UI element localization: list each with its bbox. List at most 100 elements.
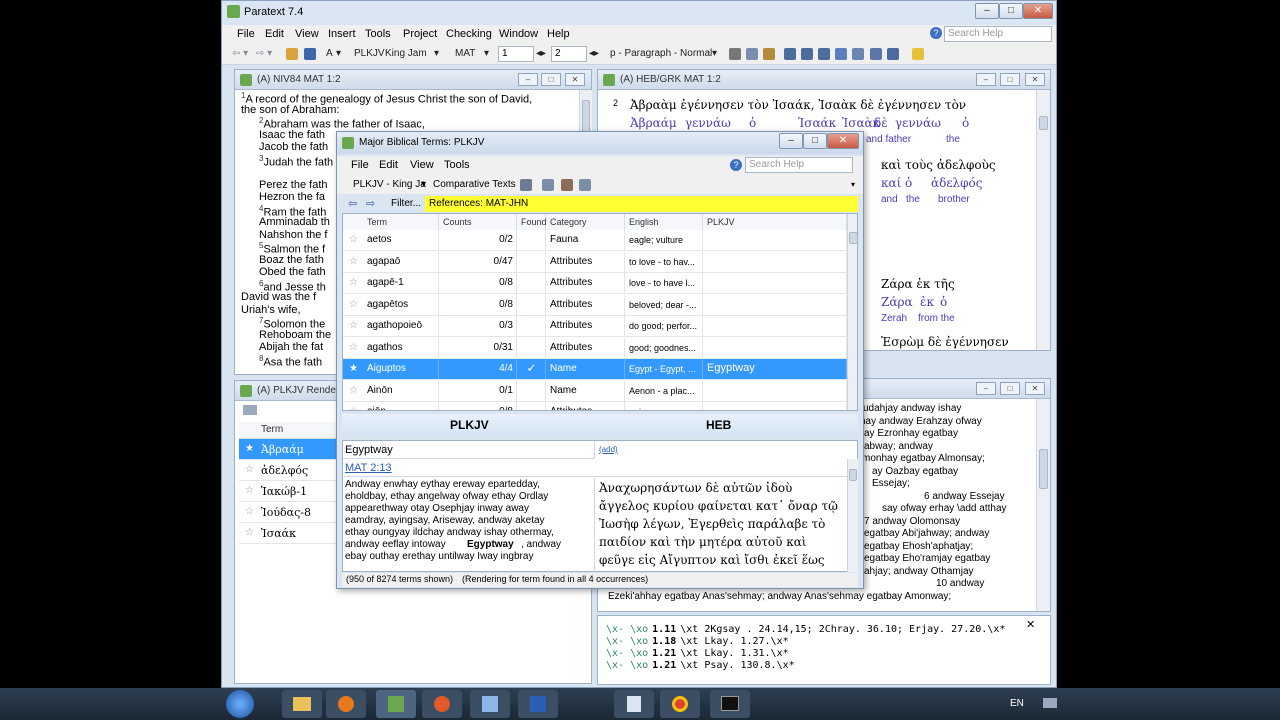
word-taskbar-icon[interactable] (518, 690, 558, 718)
explorer-taskbar-icon[interactable] (282, 690, 322, 718)
notepad-taskbar-icon[interactable] (614, 690, 654, 718)
dialog-menu-edit[interactable]: Edit (379, 159, 398, 171)
pane-maximize-button[interactable]: □ (1000, 382, 1020, 395)
project-scroll-thumb[interactable] (1039, 449, 1048, 489)
menu-insert[interactable]: Insert (328, 28, 356, 40)
copy-icon[interactable] (746, 48, 758, 60)
verse-field[interactable]: 2 (551, 46, 587, 62)
occurrence-scroll-thumb[interactable] (849, 469, 857, 481)
notes-close-icon[interactable]: ✕ (1026, 618, 1035, 631)
menu-view[interactable]: View (295, 28, 319, 40)
minimize-button[interactable]: – (975, 3, 999, 19)
forward-arrow-icon[interactable]: ⇨ ▾ (256, 48, 272, 59)
terms-scroll-thumb[interactable] (849, 232, 857, 244)
term-row[interactable]: ☆ agathopoieō 0/3 Attributes do good; perfor… (343, 316, 847, 337)
column-header-plkjv[interactable]: PLKJV (703, 214, 847, 230)
star-icon[interactable]: ☆ (349, 385, 358, 396)
project-combo-arrow-icon[interactable]: ▾ (421, 179, 426, 190)
star-icon[interactable]: ☆ (349, 256, 358, 267)
star-icon[interactable]: ☆ (349, 406, 358, 410)
help-icon[interactable]: ? (930, 27, 942, 39)
term-row[interactable]: ☆ Ainōn 0/1 Name Aenon - a plac... (343, 380, 847, 402)
star-icon[interactable]: ☆ (349, 234, 358, 245)
pane-maximize-button[interactable]: □ (1000, 73, 1020, 86)
star-icon[interactable]: ☆ (349, 320, 358, 331)
star-icon[interactable]: ★ (245, 443, 254, 454)
column-header-term[interactable]: Term (363, 214, 439, 230)
pane-minimize-button[interactable]: – (976, 73, 996, 86)
greek-line-2[interactable]: καὶ τοὺς ἀδελφοὺς (881, 158, 996, 172)
project-combo[interactable]: PLKJV - King Ja (353, 179, 426, 190)
layout-icon[interactable] (852, 48, 864, 60)
rendering-list-header[interactable]: Term (239, 422, 347, 439)
column-header-counts[interactable]: Counts (439, 214, 517, 230)
sync-icon[interactable] (870, 48, 882, 60)
dialog-search-input[interactable]: Search Help (745, 157, 853, 173)
close-button[interactable]: ✕ (1023, 3, 1053, 19)
cut-icon[interactable] (729, 48, 741, 60)
chapter-field[interactable]: 1 (498, 46, 534, 62)
font-size-button[interactable]: A (326, 48, 333, 59)
toolbar-overflow-icon[interactable]: ▾ (851, 180, 855, 189)
open-folder-icon[interactable] (286, 48, 298, 60)
rendering-term-row[interactable]: ☆ Ἰακώβ-1 (239, 481, 347, 502)
language-indicator[interactable]: EN (1010, 698, 1024, 709)
project-selector[interactable]: PLKJV (354, 48, 385, 59)
rendering-cell[interactable]: Egyptway (343, 441, 595, 459)
term-row[interactable]: ☆ aiōn 0/8 Attributes universe; age... (343, 402, 847, 410)
chrome-taskbar-icon[interactable] (660, 690, 700, 718)
add-rendering-link[interactable]: (add) (599, 445, 618, 454)
star-icon[interactable]: ☆ (245, 485, 254, 496)
star-icon[interactable]: ☆ (349, 342, 358, 353)
term-row[interactable]: ☆ agathos 0/31 Attributes good; goodnes... (343, 337, 847, 359)
back-arrow-icon[interactable]: ⇦ ▾ (232, 48, 248, 59)
dialog-menu-tools[interactable]: Tools (444, 159, 470, 171)
verse-stepper-icon[interactable]: ◂▸ (589, 48, 599, 59)
back-arrow-icon[interactable]: ⇦ (348, 197, 357, 210)
menu-window[interactable]: Window (499, 28, 538, 40)
star-icon[interactable]: ☆ (349, 277, 358, 288)
dialog-title-bar[interactable]: Major Biblical Terms: PLKJV – □ ✕ (337, 132, 863, 154)
project-scrollbar[interactable] (1036, 399, 1050, 611)
menu-help[interactable]: Help (547, 28, 570, 40)
term-row[interactable]: ☆ agapētos 0/8 Attributes beloved; dear -... (343, 294, 847, 316)
help-icon[interactable]: ? (730, 159, 742, 171)
maximize-button[interactable]: □ (999, 3, 1023, 19)
menu-tools[interactable]: Tools (365, 28, 391, 40)
save-icon[interactable] (304, 48, 316, 60)
dialog-maximize-button[interactable]: □ (803, 133, 827, 149)
forward-arrow-icon[interactable]: ⇨ (366, 197, 375, 210)
print-icon[interactable] (520, 179, 532, 191)
project-fullname[interactable]: King Jam (385, 48, 427, 59)
notes-text-area[interactable]: \x- \xo 1.11 \xt 2Kgsay . 24.14,15; 2Chray… (606, 622, 1016, 684)
find-replace-icon[interactable] (801, 48, 813, 60)
menu-project[interactable]: Project (403, 28, 437, 40)
menu-checking[interactable]: Checking (446, 28, 492, 40)
star-icon[interactable]: ★ (349, 363, 358, 374)
comparative-texts-button[interactable]: Comparative Texts (433, 179, 516, 190)
greek-line-3[interactable]: Ζάρα ἐκ τῆς (881, 277, 955, 291)
terminal-taskbar-icon[interactable] (710, 690, 750, 718)
occurrence-scrollbar[interactable] (847, 459, 858, 572)
heb-pane-header[interactable]: (A) HEB/GRK MAT 1:2 – □ ✕ (598, 70, 1050, 90)
term-row[interactable]: ☆ aetos 0/2 Fauna eagle; vulture (343, 230, 847, 251)
filter-button[interactable]: Filter... (391, 198, 421, 209)
rendering-term-row[interactable]: ☆ Ἰούδας-8 (239, 502, 347, 523)
star-icon[interactable]: ☆ (245, 506, 254, 517)
left-verse-text[interactable]: Andway enwhay eythay ereway epartedday, … (343, 478, 595, 572)
term-row[interactable]: ★ Aiguptos 4/4 ✓ Name Egypt - Egypt, ... Egypt… (343, 359, 847, 380)
style-dropdown-icon[interactable]: ▾ (712, 48, 717, 59)
rendering-term-row[interactable]: ☆ Ἰσαάκ (239, 523, 347, 544)
terms-scrollbar[interactable] (847, 214, 857, 410)
note-icon[interactable] (912, 48, 924, 60)
rendering-term-row[interactable]: ☆ ἀδελφός (239, 460, 347, 481)
toolbar-icon[interactable] (243, 405, 257, 415)
star-icon[interactable]: ☆ (245, 464, 254, 475)
book-selector[interactable]: MAT (455, 48, 475, 59)
rendering-term-row[interactable]: ★ Ἀβραάμ (239, 439, 347, 460)
start-button-icon[interactable] (226, 690, 254, 718)
dialog-menu-view[interactable]: View (410, 159, 434, 171)
pane-maximize-button[interactable]: □ (541, 73, 561, 86)
paratext-taskbar-icon[interactable] (376, 690, 416, 718)
term-row[interactable]: ☆ agapaō 0/47 Attributes to love - to hav... (343, 251, 847, 273)
